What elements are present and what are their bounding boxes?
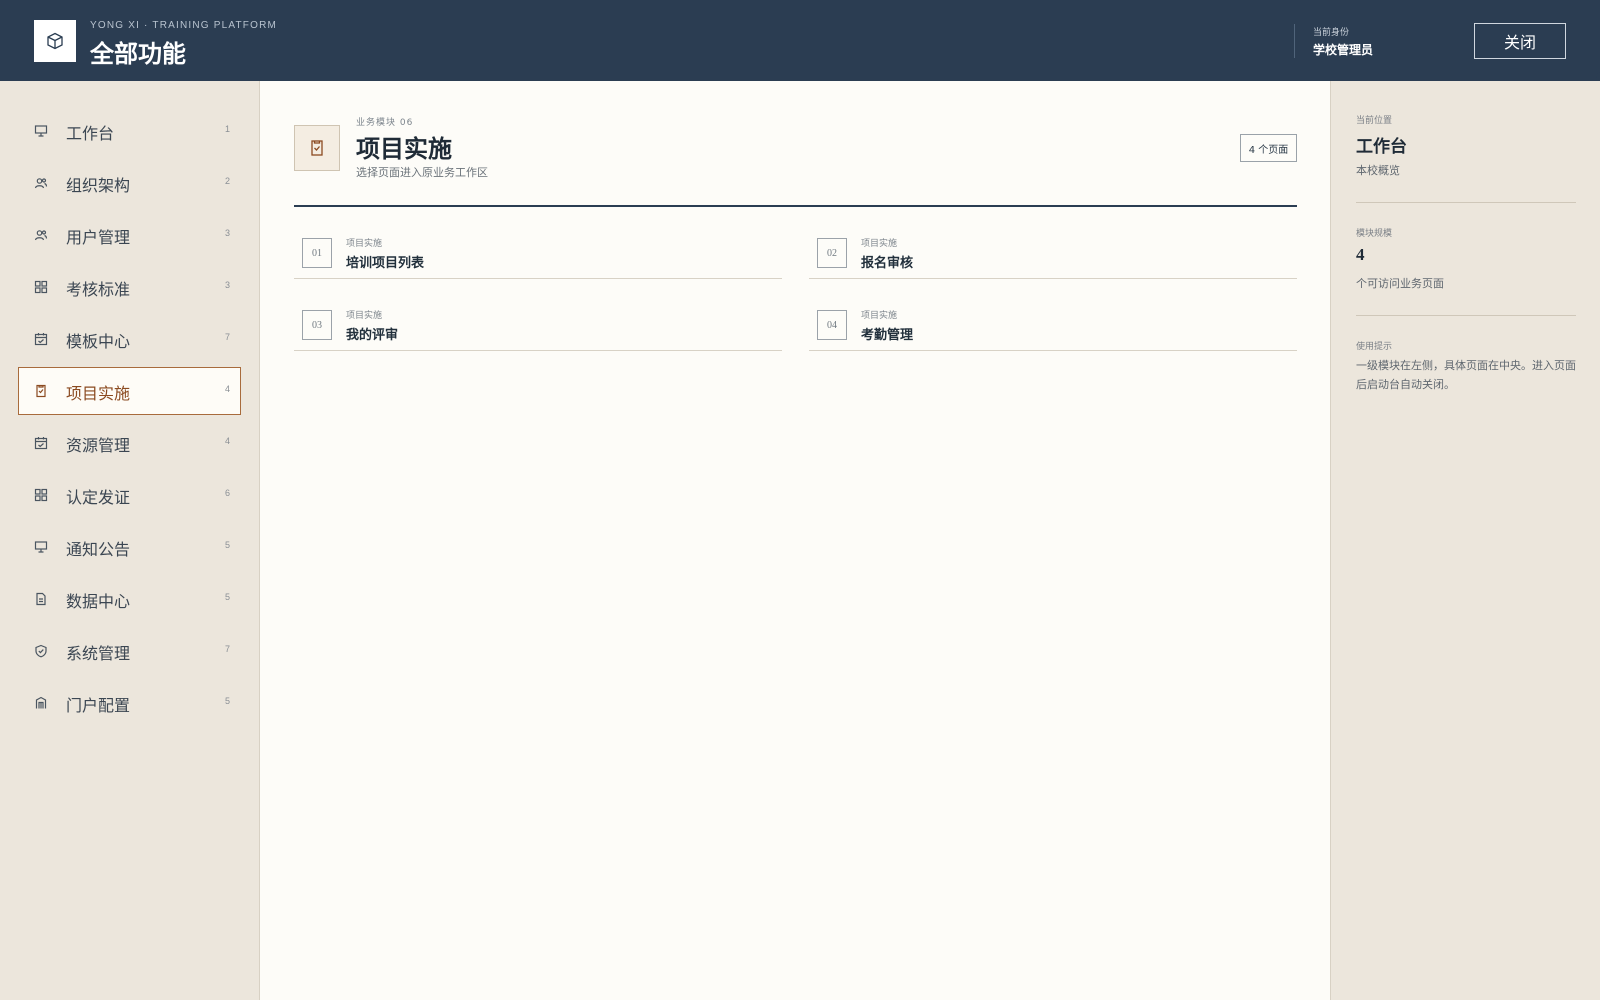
grid-icon	[33, 487, 49, 503]
sidebar-item-label: 资源管理	[66, 436, 131, 455]
card-number: 01	[302, 238, 332, 268]
top-header: YONG XI · TRAINING PLATFORM 全部功能 当前身份 学校…	[0, 0, 1600, 81]
sidebar-item-organization[interactable]: 组织架构 2	[18, 159, 241, 207]
sidebar: 工作台 1 组织架构 2 用户管理 3 考核标准 3 模板中心 7 项目实施 4…	[0, 81, 260, 1000]
sidebar-item-count: 7	[224, 332, 230, 342]
card-category: 项目实施	[346, 311, 383, 321]
sidebar-item-label: 考核标准	[66, 280, 131, 299]
sidebar-item-label: 系统管理	[66, 644, 131, 663]
card-number: 03	[302, 310, 332, 340]
scale-label: 模块规模	[1356, 229, 1393, 239]
calendar-check-icon	[33, 331, 49, 347]
sidebar-item-certification[interactable]: 认定发证 6	[18, 471, 241, 519]
sidebar-item-count: 5	[224, 540, 230, 550]
users-icon	[33, 227, 49, 243]
sidebar-item-count: 2	[224, 176, 230, 186]
sidebar-item-label: 门户配置	[66, 696, 131, 715]
page-card-my-reviews[interactable]: 03 项目实施 我的评审	[294, 279, 782, 351]
card-category: 项目实施	[346, 239, 383, 249]
scale-value: 4	[1356, 245, 1365, 264]
card-title: 考勤管理	[861, 328, 914, 343]
sidebar-item-label: 通知公告	[66, 540, 131, 559]
close-button[interactable]: 关闭	[1474, 23, 1566, 59]
clipboard-check-icon	[33, 383, 49, 399]
sidebar-item-portal[interactable]: 门户配置 5	[18, 679, 241, 727]
sidebar-item-notices[interactable]: 通知公告 5	[18, 523, 241, 571]
module-title: 项目实施	[356, 135, 452, 163]
sidebar-item-label: 项目实施	[66, 384, 131, 403]
sidebar-item-workbench[interactable]: 工作台 1	[18, 107, 241, 155]
scale-description: 个可访问业务页面	[1356, 277, 1444, 290]
tip-label: 使用提示	[1356, 342, 1393, 352]
role-label: 当前身份	[1313, 28, 1350, 38]
module-description: 选择页面进入原业务工作区	[356, 166, 488, 179]
card-category: 项目实施	[861, 239, 898, 249]
sidebar-item-count: 5	[224, 592, 230, 602]
cube-icon	[47, 32, 63, 50]
card-category: 项目实施	[861, 311, 898, 321]
sidebar-item-label: 工作台	[66, 124, 115, 143]
sidebar-item-count: 1	[224, 124, 230, 134]
sidebar-item-templates[interactable]: 模板中心 7	[18, 315, 241, 363]
calendar-check-icon	[33, 435, 49, 451]
clipboard-check-icon	[311, 140, 323, 156]
panel-divider	[1356, 202, 1576, 203]
info-panel: 当前位置 工作台 本校概览 模块规模 4 个可访问业务页面 使用提示 一级模块在…	[1330, 81, 1600, 1000]
sidebar-item-label: 用户管理	[66, 228, 131, 247]
location-title: 工作台	[1356, 137, 1407, 157]
page-count-badge: 4 个页面	[1240, 134, 1297, 162]
card-number: 02	[817, 238, 847, 268]
module-icon-box	[294, 125, 340, 171]
shield-check-icon	[33, 643, 49, 659]
sidebar-item-count: 5	[224, 696, 230, 706]
sidebar-item-label: 组织架构	[66, 176, 131, 195]
panel-divider	[1356, 315, 1576, 316]
location-label: 当前位置	[1356, 116, 1393, 126]
card-title: 我的评审	[346, 328, 399, 343]
document-icon	[33, 591, 49, 607]
page-card-registration-review[interactable]: 02 项目实施 报名审核	[809, 207, 1297, 279]
grid-icon	[33, 279, 49, 295]
card-title: 报名审核	[861, 256, 914, 271]
card-number: 04	[817, 310, 847, 340]
sidebar-item-count: 6	[224, 488, 230, 498]
page-card-training-list[interactable]: 01 项目实施 培训项目列表	[294, 207, 782, 279]
page-title: 全部功能	[90, 40, 186, 68]
role-value: 学校管理员	[1313, 43, 1374, 57]
page-card-attendance[interactable]: 04 项目实施 考勤管理	[809, 279, 1297, 351]
sidebar-item-data-center[interactable]: 数据中心 5	[18, 575, 241, 623]
sidebar-item-count: 4	[224, 436, 230, 446]
module-subtitle: 业务模块 06	[356, 118, 414, 128]
sidebar-item-count: 4	[224, 384, 230, 394]
sidebar-item-label: 认定发证	[66, 488, 131, 507]
sidebar-item-users[interactable]: 用户管理 3	[18, 211, 241, 259]
header-divider	[1294, 24, 1295, 58]
sidebar-item-assessment[interactable]: 考核标准 3	[18, 263, 241, 311]
sidebar-item-label: 数据中心	[66, 592, 131, 611]
monitor-icon	[33, 539, 49, 555]
sidebar-item-count: 7	[224, 644, 230, 654]
tip-text: 一级模块在左侧，具体页面在中央。进入页面后启动台自动关闭。	[1356, 359, 1576, 391]
sidebar-item-system[interactable]: 系统管理 7	[18, 627, 241, 675]
sidebar-item-project-implementation[interactable]: 项目实施 4	[18, 367, 241, 415]
card-title: 培训项目列表	[346, 256, 425, 271]
brand-subtitle: YONG XI · TRAINING PLATFORM	[90, 20, 278, 31]
users-icon	[33, 175, 49, 191]
monitor-icon	[33, 123, 49, 139]
main-content: 业务模块 06 项目实施 选择页面进入原业务工作区 4 个页面 01 项目实施 …	[261, 81, 1330, 1000]
building-icon	[33, 695, 49, 711]
sidebar-item-resources[interactable]: 资源管理 4	[18, 419, 241, 467]
sidebar-item-count: 3	[224, 280, 230, 290]
sidebar-item-label: 模板中心	[66, 332, 131, 351]
logo	[34, 20, 76, 62]
sidebar-item-count: 3	[224, 228, 230, 238]
location-description: 本校概览	[1356, 164, 1400, 177]
